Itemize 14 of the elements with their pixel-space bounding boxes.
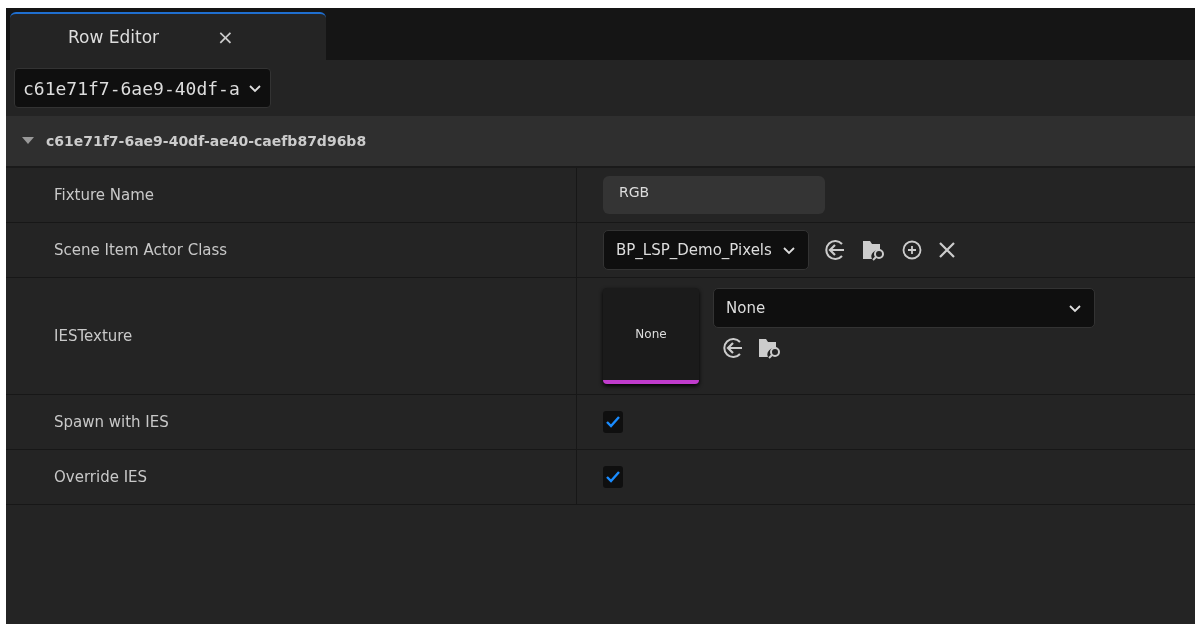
texture-thumbnail[interactable]: None xyxy=(603,288,699,384)
tab[interactable]: Row Editor × xyxy=(10,12,326,60)
text-field[interactable]: RGB xyxy=(603,176,825,214)
property-label: Scene Item Actor Class xyxy=(54,241,228,259)
tab-label: Row Editor xyxy=(68,27,160,47)
asset-dropdown[interactable]: None xyxy=(713,288,1095,328)
class-dropdown[interactable]: BP_LSP_Demo_Pixels xyxy=(603,230,809,270)
section-header[interactable]: c61e71f7-6ae9-40df-ae40-caefb87d96b8 xyxy=(6,116,1195,168)
property-label: Fixture Name xyxy=(54,186,155,204)
property-label: Spawn with IES xyxy=(54,413,169,431)
row-dropdown[interactable]: c61e71f7-6ae9-40df-a xyxy=(14,68,271,108)
property-label: IESTexture xyxy=(54,327,133,345)
close-button[interactable]: × xyxy=(217,25,234,49)
property-label: Override IES xyxy=(54,468,148,486)
